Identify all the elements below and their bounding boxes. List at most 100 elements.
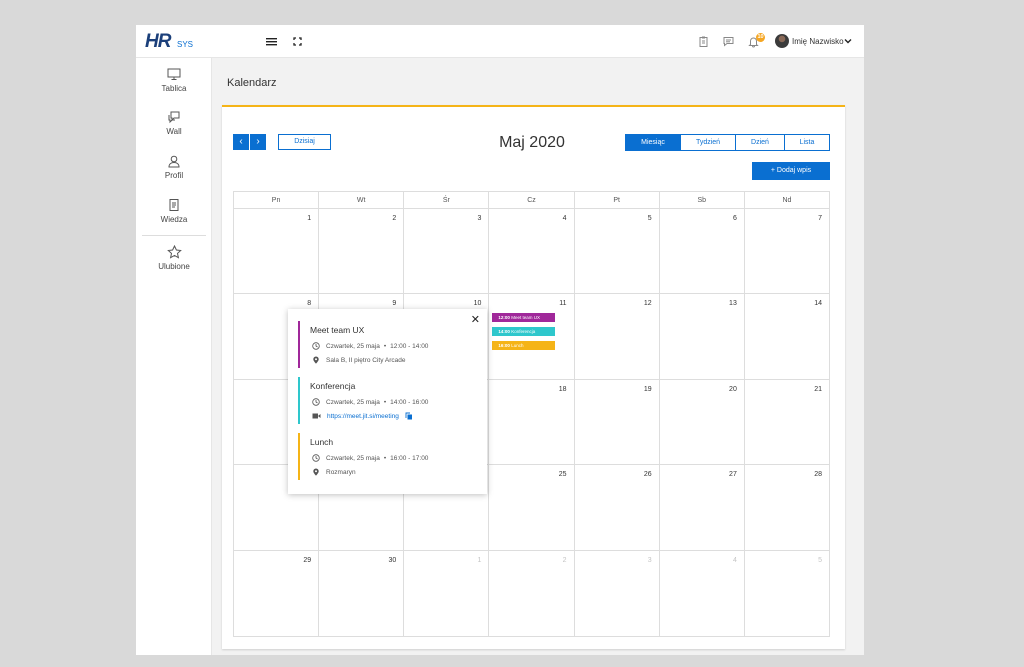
day-number: 21 — [814, 385, 822, 393]
day-number: 30 — [388, 556, 397, 564]
clock-icon — [312, 342, 320, 350]
today-button[interactable]: Dzisiaj — [278, 134, 331, 150]
event-chip[interactable]: 16:00 Lunch — [492, 341, 556, 351]
event-color-bar — [298, 377, 300, 424]
chevron-down-icon[interactable] — [843, 36, 853, 46]
event-chip[interactable]: 14:00 Konferencja — [492, 327, 556, 337]
calendar-day-cell[interactable]: 20 — [660, 379, 745, 465]
calendar-day-cell[interactable]: 4 — [660, 550, 745, 636]
day-number: 2 — [562, 556, 567, 564]
top-bar: HR SYS 10 Imię Nazwisko — [136, 25, 864, 58]
day-number: 1 — [477, 556, 482, 564]
fullscreen-icon[interactable] — [291, 35, 304, 48]
calendar-day-cell[interactable]: 14 — [745, 294, 829, 378]
user-name[interactable]: Imię Nazwisko — [792, 37, 844, 46]
meeting-link[interactable]: https://meet.jit.si/meeting — [327, 413, 399, 420]
calendar-day-cell[interactable]: 29 — [234, 550, 320, 636]
sidebar-item-ulubione[interactable]: Ulubione — [136, 245, 212, 271]
calendar-day-cell[interactable]: 6 — [660, 209, 745, 294]
event-datetime: Czwartek, 25 maja • 12:00 - 14:00 — [312, 342, 428, 350]
video-camera-icon — [312, 413, 321, 419]
tab-month[interactable]: Miesiąc — [625, 134, 681, 151]
clipboard-icon[interactable] — [697, 35, 710, 48]
avatar[interactable] — [775, 34, 789, 48]
calendar-day-cell[interactable]: 21 — [745, 380, 829, 464]
event-location-text: Rozmaryn — [326, 468, 356, 476]
day-number: 14 — [814, 300, 822, 308]
hrsys-logo[interactable]: HR SYS — [145, 31, 193, 53]
day-number: 12 — [643, 300, 652, 308]
event-title: Meet team UX — [310, 325, 365, 335]
day-number: 18 — [558, 385, 567, 393]
document-icon — [169, 199, 179, 211]
page-title: Kalendarz — [227, 77, 277, 89]
calendar-day-cell[interactable]: 7 — [745, 209, 829, 293]
calendar-day-cell[interactable]: 2 — [319, 209, 405, 294]
logo-main: HR — [145, 31, 171, 52]
calendar-day-cell[interactable]: 5 — [575, 209, 660, 294]
weekday-label: Pt — [575, 192, 660, 208]
star-icon — [166, 245, 182, 259]
tab-week[interactable]: Tydzień — [680, 134, 736, 151]
event-location: Sala B, II piętro City Arcade — [312, 356, 405, 364]
clock-icon — [312, 398, 320, 406]
sidebar-item-label: Wall — [166, 127, 182, 136]
calendar-day-cell[interactable]: 28 — [745, 465, 829, 549]
calendar-day-cell[interactable]: 18 — [489, 379, 575, 465]
day-number: 7 — [818, 215, 822, 222]
messages-icon[interactable] — [722, 35, 735, 48]
location-pin-icon — [313, 356, 319, 364]
close-icon[interactable]: ✕ — [471, 315, 480, 326]
calendar-day-cell[interactable]: 3 — [404, 209, 490, 294]
calendar-day-cell[interactable]: 13 — [660, 294, 745, 379]
day-number: 28 — [814, 471, 822, 479]
notification-badge: 10 — [756, 33, 765, 42]
calendar-day-cell[interactable]: 11 12:00 Meet team UX 14:00 Konferencja 16:… — [489, 294, 575, 379]
weekday-label: Sb — [660, 192, 745, 208]
day-number: 13 — [729, 300, 737, 308]
calendar-day-cell[interactable]: 30 — [319, 550, 405, 636]
event-datetime: Czwartek, 25 maja • 14:00 - 16:00 — [312, 398, 428, 406]
calendar-day-cell[interactable]: 4 — [489, 209, 575, 294]
event-title: Lunch — [310, 437, 334, 447]
logo-sub: SYS — [177, 40, 194, 49]
event-color-bar — [298, 433, 300, 480]
sidebar-item-profil[interactable]: Profil — [136, 154, 212, 180]
day-number: 29 — [303, 556, 312, 564]
sidebar-item-tablica[interactable]: Tablica — [136, 68, 212, 93]
weekday-label: Śr — [404, 192, 490, 208]
sidebar-item-label: Profil — [164, 171, 184, 180]
calendar-day-cell[interactable]: 3 — [575, 550, 660, 636]
event-datetime: Czwartek, 25 maja • 16:00 - 17:00 — [312, 454, 428, 462]
calendar-day-cell[interactable]: 26 — [575, 465, 660, 550]
day-number: 19 — [643, 385, 652, 393]
sidebar-item-label: Wiedza — [160, 215, 188, 224]
copy-icon[interactable] — [405, 412, 413, 420]
hamburger-menu-icon[interactable] — [265, 35, 278, 48]
tab-list[interactable]: Lista — [784, 134, 830, 151]
sidebar-item-wiedza[interactable]: Wiedza — [136, 198, 212, 224]
day-number: 25 — [558, 471, 567, 479]
event-chip[interactable]: 12:00 Meet team UX — [492, 313, 556, 323]
add-entry-button[interactable]: + Dodaj wpis — [752, 162, 830, 180]
weekday-header: Pn Wt Śr Cz Pt Sb Nd — [234, 192, 829, 209]
prev-month-button[interactable]: ‹ — [233, 134, 249, 150]
sidebar-divider — [142, 235, 206, 236]
event-chip-title: Meet team UX — [511, 315, 540, 321]
calendar-day-cell[interactable]: 19 — [575, 379, 660, 465]
calendar-day-cell[interactable]: 25 — [489, 465, 575, 550]
calendar-day-cell[interactable]: 12 — [575, 294, 660, 379]
calendar-day-cell[interactable]: 1 — [404, 550, 490, 636]
next-month-button[interactable]: › — [250, 134, 266, 150]
calendar-day-cell[interactable]: 1 — [234, 209, 320, 294]
weekday-label: Cz — [489, 192, 575, 208]
calendar-day-cell[interactable]: 27 — [660, 465, 745, 550]
day-number: 4 — [562, 215, 567, 222]
weekday-label: Nd — [782, 197, 792, 204]
calendar-day-cell[interactable]: 2 — [489, 550, 575, 636]
tab-day[interactable]: Dzień — [735, 134, 785, 151]
sidebar-item-wall[interactable]: Wall — [136, 110, 212, 136]
user-icon — [168, 155, 180, 168]
calendar-day-cell[interactable]: 5 — [745, 551, 829, 636]
event-time: 12:00 - 14:00 — [390, 342, 429, 350]
